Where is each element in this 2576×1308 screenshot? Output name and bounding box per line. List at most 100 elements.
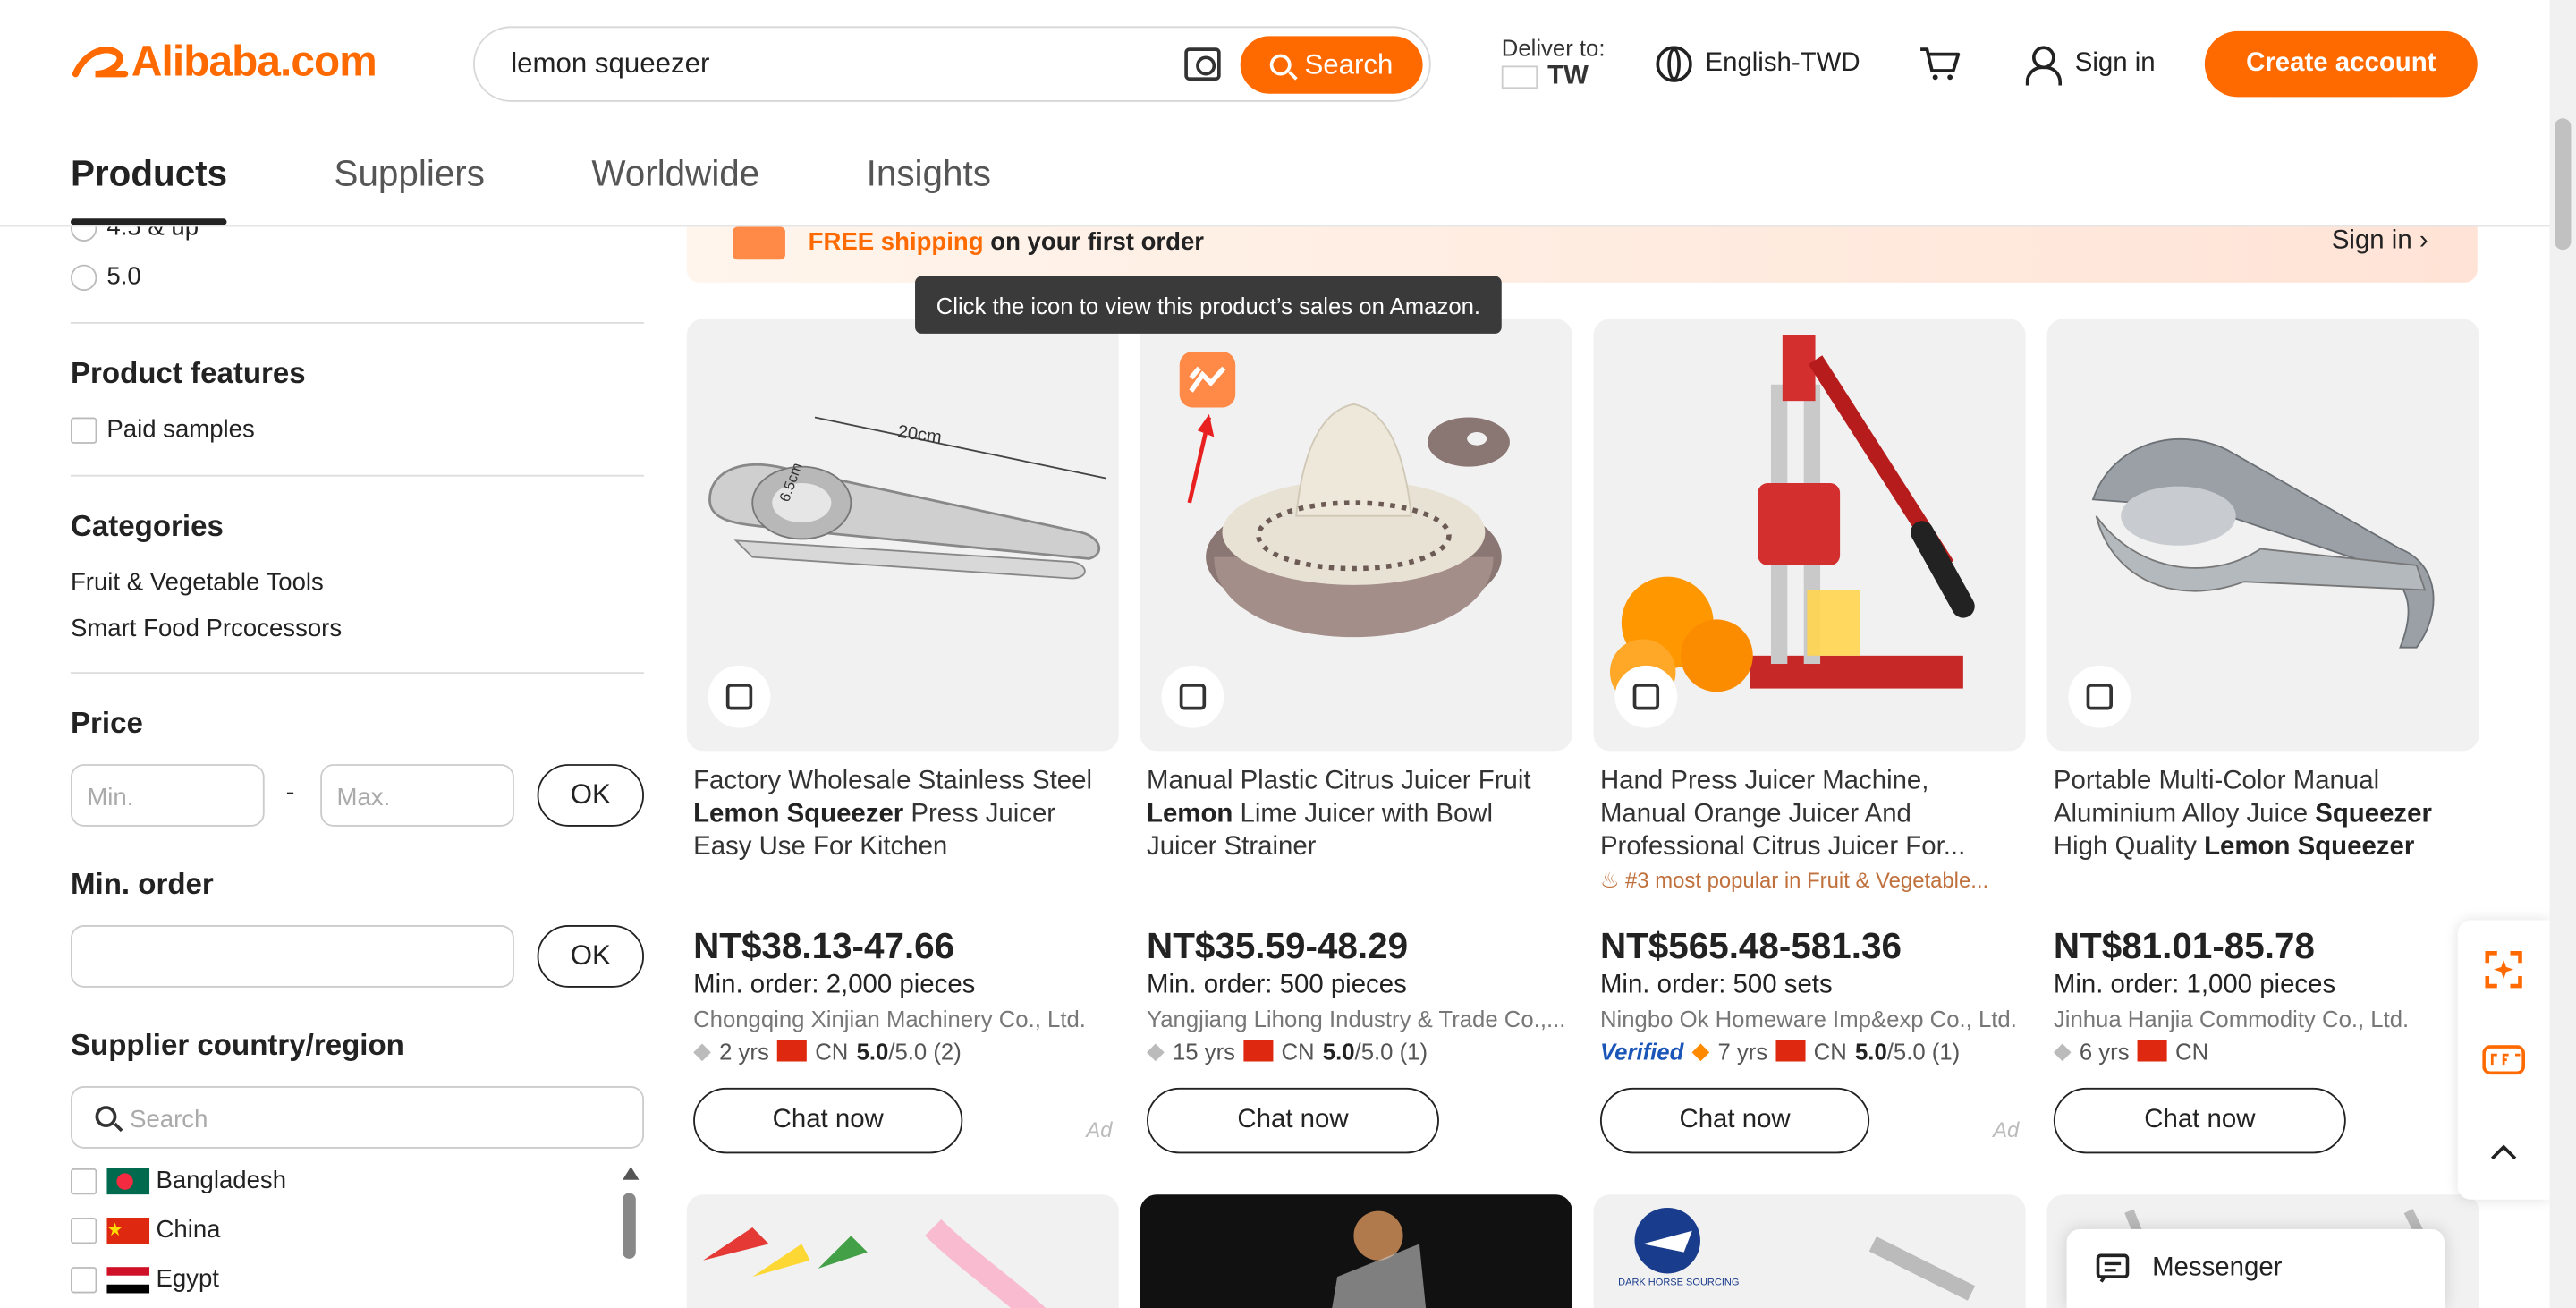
min-order: Min. order: 2,000 pieces [693,971,976,999]
product-title[interactable]: Manual Plastic Citrus Juicer Fruit Lemon… [1147,766,1565,864]
supplier-meta: ◆ 6 yrs CN [2054,1037,2208,1065]
image-search-button[interactable] [1161,665,1224,728]
tab-suppliers[interactable]: Suppliers [335,153,485,218]
egypt-flag-icon [106,1266,150,1293]
min-order-input[interactable] [70,925,514,988]
product-title[interactable]: Hand Press Juicer Machine, Manual Orange… [1600,766,2019,864]
amazon-sales-icon[interactable] [1176,352,1239,507]
messenger-button[interactable]: Messenger [2066,1228,2445,1308]
title-part: Manual Plastic Citrus Juicer Fruit [1147,767,1531,795]
tab-products[interactable]: Products [70,153,228,225]
supplier-years: 6 yrs [2079,1037,2130,1065]
checkbox[interactable] [70,1167,97,1194]
product-card-partial[interactable] [1140,1194,1572,1308]
back-to-top-icon[interactable] [2490,1143,2517,1160]
rfq-icon[interactable] [2482,1045,2526,1075]
price-min-input[interactable]: Min. [70,764,265,827]
product-image[interactable] [2046,319,2479,752]
country-list-scrollbar[interactable] [623,1167,640,1308]
alibaba-logo[interactable]: Alibaba.com [69,36,377,87]
paid-samples-label: Paid samples [106,415,255,444]
scrollbar-thumb[interactable] [2555,118,2572,251]
language-selector[interactable]: English-TWD [1656,46,1860,82]
bangladesh-flag-icon [106,1167,150,1194]
truck-icon [733,226,785,260]
image-search-button[interactable] [708,665,771,728]
country-search-placeholder: Search [130,1106,208,1134]
search-tabs: Products Suppliers Worldwide Insights [70,153,1097,225]
supplier-name[interactable]: Ningbo Ok Homeware Imp&exp Co., Ltd. [1600,1006,2019,1032]
rating-suffix: /5.0 (1) [1354,1037,1428,1065]
product-card[interactable]: 20cm 6.5cm Factory Wholesale Stainless S… [686,319,1119,1173]
title-part: High Quality [2053,833,2205,862]
chat-now-button[interactable]: Chat now [1147,1087,1439,1154]
country-search-input[interactable]: Search [70,1086,644,1149]
china-flag-icon [2137,1040,2167,1062]
category-link[interactable]: Smart Food Prcocessors [71,615,342,642]
product-image[interactable] [1140,319,1572,752]
paid-samples-option[interactable]: Paid samples [70,415,255,444]
price-ok-button[interactable]: OK [537,764,644,827]
product-card[interactable]: Portable Multi-Color Manual Aluminium Al… [2046,319,2479,1173]
colorful-squeezers-image [703,1219,1046,1308]
supplier-name[interactable]: Yangjiang Lihong Industry & Trade Co.,..… [1147,1006,1565,1032]
banner-rest-text: on your first order [983,228,1205,257]
banner-sign-in-link[interactable]: Sign in › [2332,226,2428,256]
product-image[interactable] [1593,319,2026,752]
juicer-dark-image [1332,1210,1427,1308]
china-flag-icon [1243,1040,1274,1062]
product-image[interactable]: 20cm 6.5cm [686,319,1119,752]
image-search-icon [725,684,753,710]
diamond-icon: ◆ [693,1036,711,1064]
product-card[interactable]: Hand Press Juicer Machine, Manual Orange… [1593,319,2026,1173]
search-button[interactable]: Search [1240,36,1423,94]
supplier-name[interactable]: Chongqing Xinjian Machinery Co., Ltd. [693,1006,1112,1032]
chat-now-button[interactable]: Chat now [1599,1087,1870,1154]
supplier-name[interactable]: Jinhua Hanjia Commodity Co., Ltd. [2054,1006,2472,1032]
diamond-icon: ◆ [1691,1036,1710,1064]
supplier-meta: ◆ 15 yrs CN 5.0/5.0 (1) [1147,1037,1428,1065]
category-link[interactable]: Fruit & Vegetable Tools [71,568,324,596]
country-option-egypt[interactable]: Egypt [70,1265,219,1293]
create-account-button[interactable]: Create account [2204,30,2478,98]
min-order-ok-button[interactable]: OK [537,925,644,988]
ai-scan-icon[interactable] [2484,950,2523,989]
price-max-input[interactable]: Max. [320,764,514,827]
product-title[interactable]: Portable Multi-Color Manual Aluminium Al… [2054,766,2472,864]
alibaba-logo-icon [72,46,129,77]
supplier-country: CN [2175,1037,2209,1065]
product-title[interactable]: Factory Wholesale Stainless Steel Lemon … [693,766,1112,864]
search-input[interactable]: lemon squeezer [511,47,709,81]
rating-option-5[interactable]: 5.0 [70,263,141,292]
logo-text: Alibaba.com [131,36,377,86]
radio[interactable] [70,264,97,292]
page-scrollbar[interactable] [2549,0,2576,1308]
checkbox[interactable] [70,417,97,444]
image-search-icon [2086,684,2113,710]
product-card[interactable]: Manual Plastic Citrus Juicer Fruit Lemon… [1140,319,1572,1173]
filter-sidebar: 4.5 & up 5.0 Product features Paid sampl… [70,206,644,1308]
country-label: China [156,1216,221,1244]
camera-search-icon[interactable] [1184,47,1221,81]
sign-in-link[interactable]: Sign in [2025,46,2156,86]
fire-icon: ♨ [1599,867,1626,893]
popularity-badge[interactable]: ♨ #3 most popular in Fruit & Vegetable..… [1600,868,2019,894]
checkbox[interactable] [70,1266,97,1293]
checkbox[interactable] [70,1217,97,1244]
tab-insights[interactable]: Insights [867,153,991,218]
country-option-bangladesh[interactable]: Bangladesh [70,1167,286,1194]
country-option-china[interactable]: China [70,1216,221,1244]
search-button-label: Search [1304,48,1394,81]
image-search-button[interactable] [1614,665,1678,728]
deliver-to[interactable]: Deliver to: TW [1501,35,1606,90]
image-label-20cm: 20cm [896,422,943,448]
china-flag-icon [776,1040,808,1062]
tab-worldwide[interactable]: Worldwide [591,153,759,218]
chat-now-button[interactable]: Chat now [693,1087,963,1154]
image-search-button[interactable] [2068,665,2131,728]
chat-now-button[interactable]: Chat now [2053,1087,2346,1154]
cart-icon[interactable] [1919,46,1962,81]
product-card-partial[interactable]: DARK HORSE SOURCING [1593,1194,2026,1308]
floating-toolbar [2457,920,2550,1200]
product-card-partial[interactable] [686,1194,1119,1308]
